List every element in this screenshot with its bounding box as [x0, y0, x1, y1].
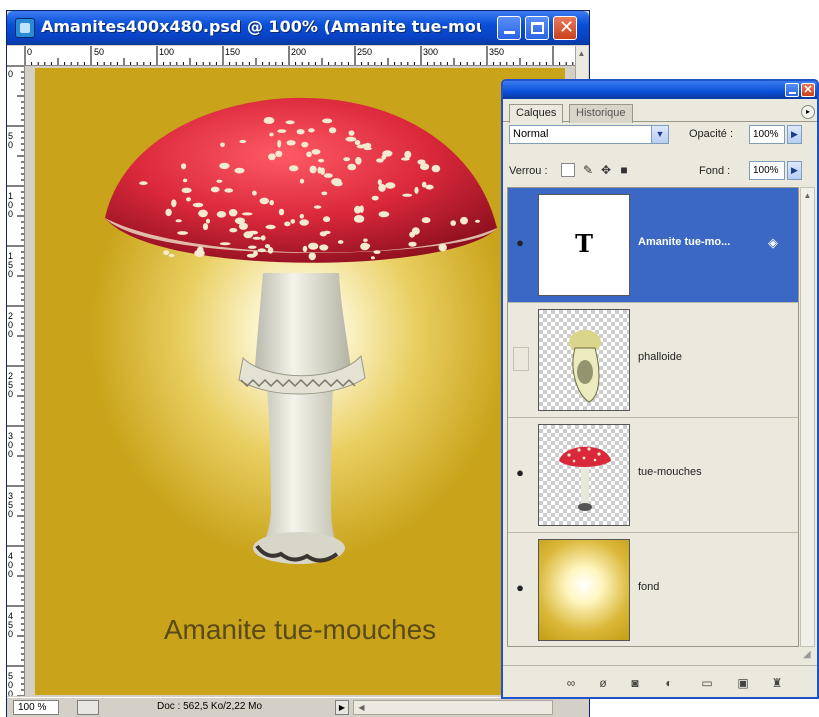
document-statusbar: 100 % Doc : 562,5 Ko/2,22 Mo ▶ ◀ — [7, 697, 589, 717]
layer-style-icon[interactable]: ø — [595, 675, 611, 691]
visibility-toggle-off[interactable] — [513, 347, 529, 371]
maximize-icon — [531, 22, 544, 34]
delete-layer-icon[interactable]: ♜ — [769, 675, 785, 691]
layer-thumbnail-phalloide — [538, 309, 630, 411]
lock-label: Verrou : — [509, 165, 548, 177]
text-layer-glyph: T — [575, 229, 593, 258]
visibility-eye-icon[interactable]: ● — [510, 228, 530, 258]
close-icon: ✕ — [803, 84, 813, 96]
tue-mouches-mushroom-thumbnail — [559, 446, 611, 511]
status-menu-arrow-icon[interactable]: ▶ — [335, 700, 349, 715]
document-titlebar[interactable]: Amanites400x480.psd @ 100% (Amanite tue-… — [7, 11, 589, 45]
minimize-icon — [504, 31, 515, 34]
chevron-down-icon[interactable]: ▼ — [651, 126, 668, 143]
photoshop-document-icon — [15, 18, 35, 38]
opacity-input[interactable]: 100% — [749, 125, 785, 144]
fill-slider-arrow-icon[interactable]: ▶ — [787, 161, 802, 180]
ruler-v-label: 150 — [8, 251, 14, 279]
layer-row-tue-mouches[interactable]: ● tue-mouches — [508, 418, 798, 533]
ruler-v-label: 500 — [8, 671, 14, 697]
close-icon: ✕ — [559, 17, 575, 38]
panel-minimize-button[interactable] — [785, 83, 799, 97]
opacity-label: Opacité : — [689, 128, 734, 140]
phalloide-mushroom-thumbnail — [569, 330, 601, 403]
layers-panel: ✕ Calques Historique ▸ Normal ▼ Opacité … — [501, 79, 819, 699]
ruler-v-label: 50 — [8, 131, 14, 150]
canvas-caption-text: Amanite tue-mouches — [163, 614, 437, 645]
visibility-eye-icon[interactable]: ● — [510, 458, 530, 488]
layers-panel-titlebar[interactable]: ✕ — [503, 81, 817, 99]
layer-name[interactable]: phalloide — [638, 351, 682, 363]
ruler-h-label: 150 — [225, 47, 241, 57]
opacity-slider-arrow-icon[interactable]: ▶ — [787, 125, 802, 144]
layer-name[interactable]: fond — [638, 581, 659, 593]
new-group-icon[interactable]: ▭ — [699, 675, 715, 691]
ruler-h-label: 350 — [489, 47, 505, 57]
layers-list: ● T Amanite tue-mo... ◈ phalloide ● tue-… — [507, 187, 799, 647]
layer-row-amanite-text[interactable]: ● T Amanite tue-mo... ◈ — [508, 188, 798, 303]
blend-mode-value: Normal — [513, 128, 549, 140]
navigator-icon[interactable] — [77, 700, 99, 715]
zoom-level-field[interactable]: 100 % — [13, 700, 59, 715]
maximize-button[interactable] — [525, 16, 549, 40]
lock-pixels-brush-icon[interactable]: ✎ — [581, 163, 595, 177]
layer-row-fond[interactable]: ● fond — [508, 533, 798, 646]
ruler-h-label: 300 — [423, 47, 439, 57]
close-button[interactable]: ✕ — [553, 16, 577, 40]
document-canvas[interactable]: Amanite tue-mouches — [35, 68, 565, 695]
layer-thumbnail-tue-mouches — [538, 424, 630, 526]
ruler-h-label: 50 — [94, 47, 105, 57]
layers-panel-footer: ∞ ø ◙ ◐ ▭ ▣ ♜ — [503, 665, 817, 697]
ruler-v-label: 300 — [8, 431, 14, 459]
ruler-h-label: 200 — [291, 47, 307, 57]
scroll-up-icon[interactable]: ▲ — [802, 190, 813, 201]
vertical-ruler[interactable]: 0 50 100 150 200 250 300 350 400 450 500 — [7, 66, 25, 696]
minimize-button[interactable] — [497, 16, 521, 40]
document-horizontal-scrollbar[interactable]: ◀ — [353, 700, 553, 715]
layer-thumbnail-text: T — [538, 194, 630, 296]
ruler-v-label: 250 — [8, 371, 14, 399]
resize-grip-icon[interactable]: ◢ — [803, 649, 815, 661]
ruler-h-label: 250 — [357, 47, 373, 57]
ruler-h-label: 100 — [159, 47, 175, 57]
fill-input[interactable]: 100% — [749, 161, 785, 180]
horizontal-ruler[interactable]: 0 50 100 150 200 250 300 350 — [25, 46, 575, 66]
layer-mask-icon[interactable]: ◙ — [627, 675, 643, 691]
ruler-v-label: 450 — [8, 611, 14, 639]
panel-tab-row: Calques Historique ▸ — [503, 100, 817, 123]
fill-label: Fond : — [699, 165, 731, 177]
scroll-left-icon[interactable]: ◀ — [356, 702, 367, 713]
layer-name[interactable]: Amanite tue-mo... — [638, 236, 730, 248]
ruler-v-label: 200 — [8, 311, 14, 339]
ruler-v-label: 400 — [8, 551, 14, 579]
ruler-v-label: 350 — [8, 491, 14, 519]
layer-style-fx-icon[interactable]: ◈ — [768, 235, 778, 251]
new-layer-icon[interactable]: ▣ — [735, 675, 751, 691]
panel-menu-icon[interactable]: ▸ — [801, 105, 815, 119]
layer-name[interactable]: tue-mouches — [638, 466, 702, 478]
ruler-h-label: 0 — [27, 47, 33, 57]
lock-position-move-icon[interactable]: ✥ — [599, 163, 613, 177]
lock-all-padlock-icon[interactable]: ■ — [617, 163, 631, 177]
amanita-mushroom-image — [105, 97, 497, 564]
link-layers-icon[interactable]: ∞ — [563, 675, 579, 691]
ruler-v-label: 100 — [8, 191, 14, 219]
ruler-v-label: 0 — [8, 69, 14, 79]
lock-transparency-icon[interactable] — [561, 163, 575, 177]
document-size-info: Doc : 562,5 Ko/2,22 Mo — [157, 701, 263, 712]
layers-list-scrollbar[interactable]: ▲ — [800, 187, 815, 647]
scroll-up-icon[interactable]: ▲ — [576, 48, 587, 59]
adjustment-layer-icon[interactable]: ◐ — [661, 675, 677, 691]
layer-row-phalloide[interactable]: phalloide — [508, 303, 798, 418]
panel-close-button[interactable]: ✕ — [801, 83, 815, 97]
ruler-corner[interactable] — [7, 46, 25, 66]
layer-thumbnail-fond — [538, 539, 630, 641]
tab-historique[interactable]: Historique — [569, 104, 633, 123]
blend-mode-select[interactable]: Normal ▼ — [509, 125, 669, 144]
tab-calques[interactable]: Calques — [509, 104, 564, 123]
visibility-eye-icon[interactable]: ● — [510, 573, 530, 603]
document-title: Amanites400x480.psd @ 100% (Amanite tue-… — [41, 17, 481, 36]
